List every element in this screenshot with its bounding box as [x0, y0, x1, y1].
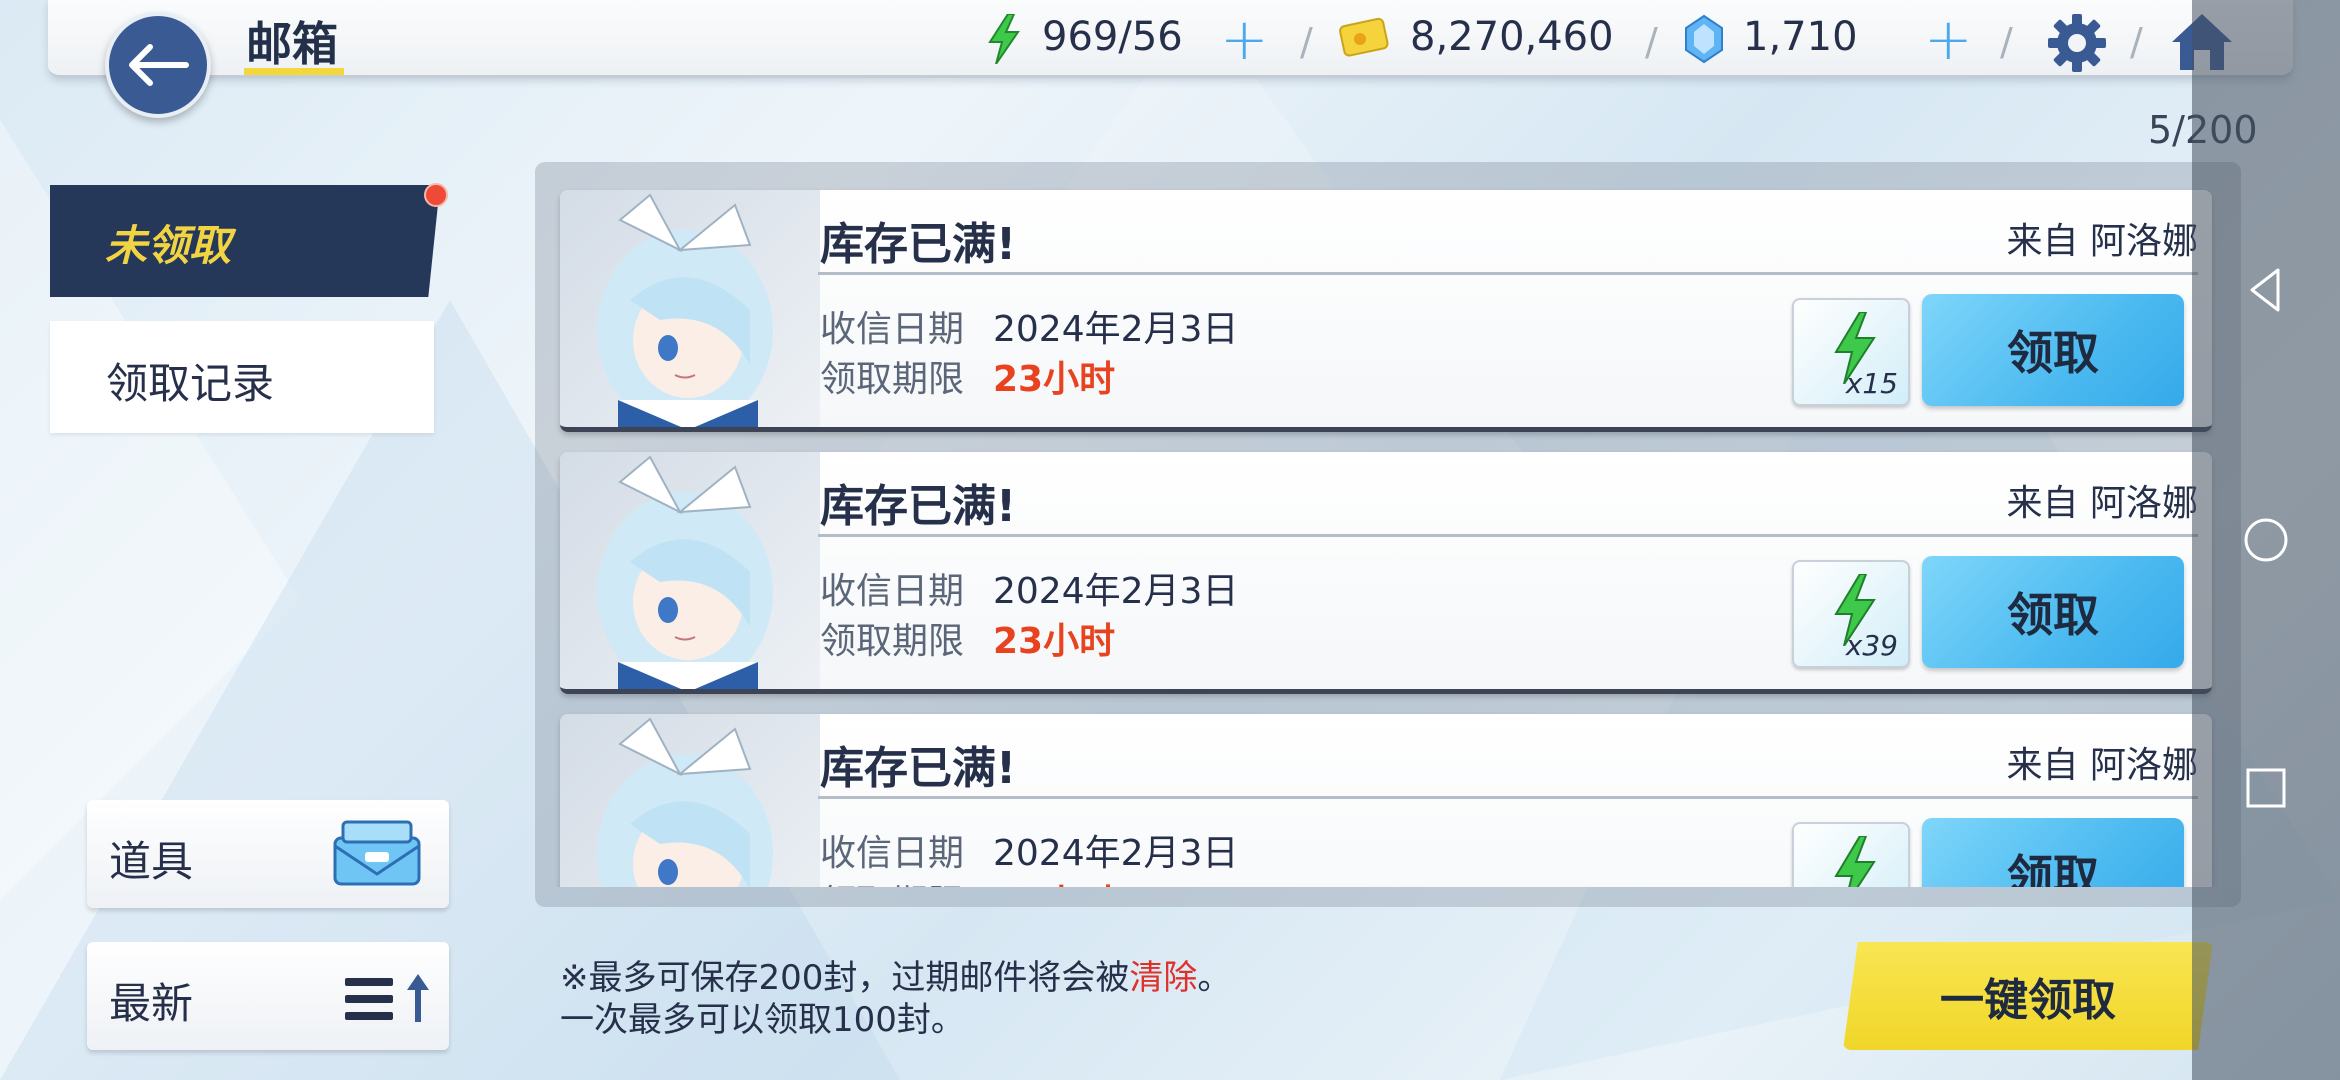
- mail-list[interactable]: 库存已满! 来自 阿洛娜 收信日期 2024年2月3日 领取期限 23小时 x1…: [535, 175, 2241, 887]
- nav-back-icon[interactable]: [2242, 266, 2290, 314]
- stamina-bolt-icon: [988, 14, 1020, 64]
- divider: /: [1645, 20, 1658, 64]
- reward-item[interactable]: x39: [1792, 560, 1910, 668]
- claim-limit-note: 一次最多可以领取100封。: [560, 1000, 965, 1040]
- mail-sender: 来自 阿洛娜: [2006, 483, 2198, 524]
- credit-card-icon: [1339, 17, 1389, 57]
- claim-all-button[interactable]: 一键领取: [1843, 942, 2213, 1050]
- received-date: 2024年2月3日: [993, 833, 1239, 874]
- divider: /: [1300, 20, 1313, 64]
- expiry-value: 23小时: [993, 874, 1115, 887]
- arona-portrait: [597, 193, 773, 427]
- divider: [818, 534, 2198, 537]
- storage-note-end: 。: [1197, 958, 1232, 998]
- claim-button[interactable]: 领取: [1922, 294, 2184, 406]
- arona-portrait: [597, 717, 773, 887]
- sender-avatar: [560, 452, 820, 689]
- tab-claim-history-label: 领取记录: [106, 359, 275, 408]
- item-box-icon: [333, 820, 421, 886]
- reward-item[interactable]: x15: [1792, 298, 1910, 406]
- arona-portrait: [597, 455, 773, 689]
- received-date-label: 收信日期: [820, 833, 965, 874]
- clear-highlight: 清除: [1129, 958, 1198, 998]
- expiry-label: 领取期限: [820, 874, 964, 887]
- reward-quantity: x39: [1845, 629, 1898, 662]
- reward-quantity: x15: [1845, 367, 1898, 400]
- filter-type-label: 道具: [109, 837, 194, 886]
- add-stamina-button[interactable]: +: [1220, 10, 1269, 68]
- sort-label: 最新: [109, 979, 194, 1028]
- divider: /: [2000, 20, 2013, 64]
- sort-button[interactable]: 最新: [87, 942, 449, 1050]
- divider: [818, 796, 2198, 799]
- add-gem-button[interactable]: +: [1924, 10, 1973, 68]
- stamina-value: 969/56: [1042, 14, 1183, 60]
- arrow-left-icon: [129, 44, 189, 86]
- back-button[interactable]: [105, 12, 211, 118]
- title-underline: [244, 68, 344, 75]
- mail-card: 库存已满! 来自 阿洛娜 收信日期 2024年2月3日 领取期限 23小时 领取: [560, 714, 2212, 887]
- notification-dot: [424, 183, 448, 207]
- expiry-label: 领取期限: [820, 359, 965, 400]
- gem-value: 1,710: [1743, 14, 1858, 60]
- divider: [818, 272, 2198, 275]
- mail-title: 库存已满!: [820, 219, 1017, 270]
- sender-avatar: [560, 714, 820, 887]
- expiry-label: 领取期限: [820, 621, 965, 662]
- mail-sender: 来自 阿洛娜: [2006, 221, 2198, 262]
- expiry-value: 23小时: [993, 621, 1116, 662]
- nav-home-icon[interactable]: [2242, 516, 2290, 564]
- claim-button[interactable]: 领取: [1922, 818, 2184, 887]
- nav-recents-icon[interactable]: [2242, 764, 2290, 812]
- tab-unclaimed-label: 未领取: [105, 221, 232, 270]
- page-title: 邮箱: [246, 17, 338, 71]
- reward-item[interactable]: [1792, 822, 1910, 887]
- claim-button[interactable]: 领取: [1922, 556, 2184, 668]
- received-date: 2024年2月3日: [993, 309, 1239, 350]
- mail-title: 库存已满!: [820, 481, 1017, 532]
- gem-icon: [1685, 14, 1723, 64]
- received-date: 2024年2月3日: [993, 571, 1239, 612]
- filter-type-button[interactable]: 道具: [87, 800, 449, 908]
- gear-icon[interactable]: [2046, 12, 2108, 74]
- mail-card: 库存已满! 来自 阿洛娜 收信日期 2024年2月3日 领取期限 23小时 x1…: [560, 190, 2212, 432]
- sort-ascending-icon: [345, 974, 429, 1022]
- stamina-bolt-icon: [1834, 836, 1876, 887]
- received-date-label: 收信日期: [820, 309, 965, 350]
- mail-sender: 来自 阿洛娜: [2006, 745, 2198, 786]
- divider: /: [2130, 20, 2143, 64]
- mail-card: 库存已满! 来自 阿洛娜 收信日期 2024年2月3日 领取期限 23小时 x3…: [560, 452, 2212, 694]
- expiry-value: 23小时: [993, 359, 1116, 400]
- sender-avatar: [560, 190, 820, 427]
- gold-value: 8,270,460: [1410, 14, 1614, 60]
- received-date-label: 收信日期: [820, 571, 965, 612]
- mail-title: 库存已满!: [820, 743, 1017, 794]
